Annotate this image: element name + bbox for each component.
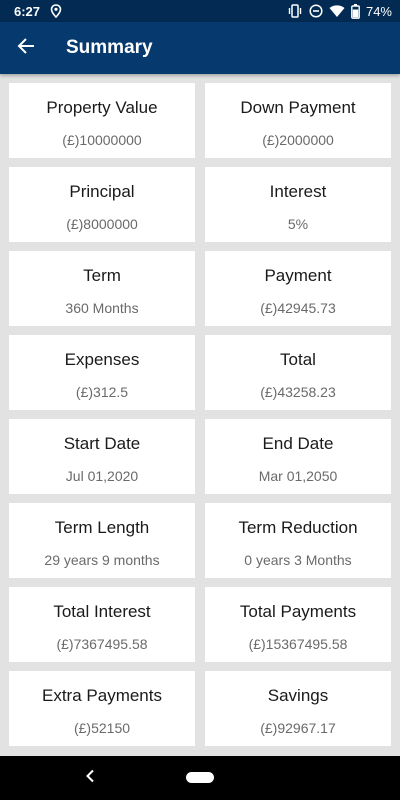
summary-card: Down Payment (£)2000000 [205,83,391,158]
card-label: Total Payments [239,602,357,621]
card-label: Total Interest [53,602,151,621]
card-value: 0 years 3 Months [244,552,352,568]
card-label: Term Reduction [238,518,358,537]
card-label: End Date [262,434,334,453]
nav-home-button[interactable] [186,772,214,783]
wifi-icon [329,4,345,18]
summary-card: Savings (£)92967.17 [205,671,391,746]
card-value: Mar 01,2050 [258,468,338,484]
card-label: Expenses [64,350,140,369]
summary-card: Extra Payments (£)52150 [9,671,195,746]
status-bar: 6:27 74% [0,0,400,22]
card-value: Jul 01,2020 [65,468,139,484]
status-time: 6:27 [14,3,41,19]
system-nav-bar [0,756,400,800]
card-value: (£)52150 [73,720,131,736]
card-label: Total [280,350,316,369]
card-value: 5% [287,216,309,232]
card-label: Extra Payments [42,686,162,705]
card-label: Interest [269,182,327,201]
card-value: 29 years 9 months [44,552,160,568]
nav-back-button[interactable] [80,766,100,790]
do-not-disturb-icon [309,4,323,18]
card-label: Start Date [63,434,141,453]
card-value: (£)7367495.58 [56,636,148,652]
card-value: (£)10000000 [62,132,142,148]
card-value: (£)312.5 [75,384,129,400]
app-bar: Summary [0,22,400,74]
battery-percent: 74% [365,3,392,19]
card-value: (£)2000000 [262,132,334,148]
summary-card: Total (£)43258.23 [205,335,391,410]
summary-card: Interest 5% [205,167,391,242]
card-value: (£)42945.73 [260,300,336,316]
status-icons: 74% [287,3,392,19]
summary-card: Total Payments (£)15367495.58 [205,587,391,662]
summary-card: Total Interest (£)7367495.58 [9,587,195,662]
card-value: (£)15367495.58 [248,636,348,652]
summary-card: Principal (£)8000000 [9,167,195,242]
summary-card: Term Reduction 0 years 3 Months [205,503,391,578]
vibrate-icon [287,4,303,18]
arrow-left-icon [17,37,35,60]
page-title: Summary [66,37,153,58]
card-label: Term Length [54,518,150,537]
card-label: Term [83,266,121,285]
back-button[interactable] [0,22,52,74]
location-pin-icon [50,4,62,18]
summary-card: End Date Mar 01,2050 [205,419,391,494]
card-value: (£)92967.17 [260,720,336,736]
summary-card: Start Date Jul 01,2020 [9,419,195,494]
summary-card: Term 360 Months [9,251,195,326]
summary-card: Expenses (£)312.5 [9,335,195,410]
card-value: (£)8000000 [66,216,138,232]
battery-icon [351,3,360,19]
summary-card: Term Length 29 years 9 months [9,503,195,578]
card-label: Principal [69,182,135,201]
summary-card: Property Value (£)10000000 [9,83,195,158]
card-label: Payment [264,266,332,285]
summary-grid: Property Value (£)10000000 Down Payment … [9,83,391,746]
summary-card: Payment (£)42945.73 [205,251,391,326]
card-label: Down Payment [240,98,356,117]
card-value: (£)43258.23 [260,384,336,400]
chevron-left-icon [85,769,95,788]
card-value: 360 Months [65,300,139,316]
card-label: Savings [267,686,329,705]
card-label: Property Value [46,98,158,117]
